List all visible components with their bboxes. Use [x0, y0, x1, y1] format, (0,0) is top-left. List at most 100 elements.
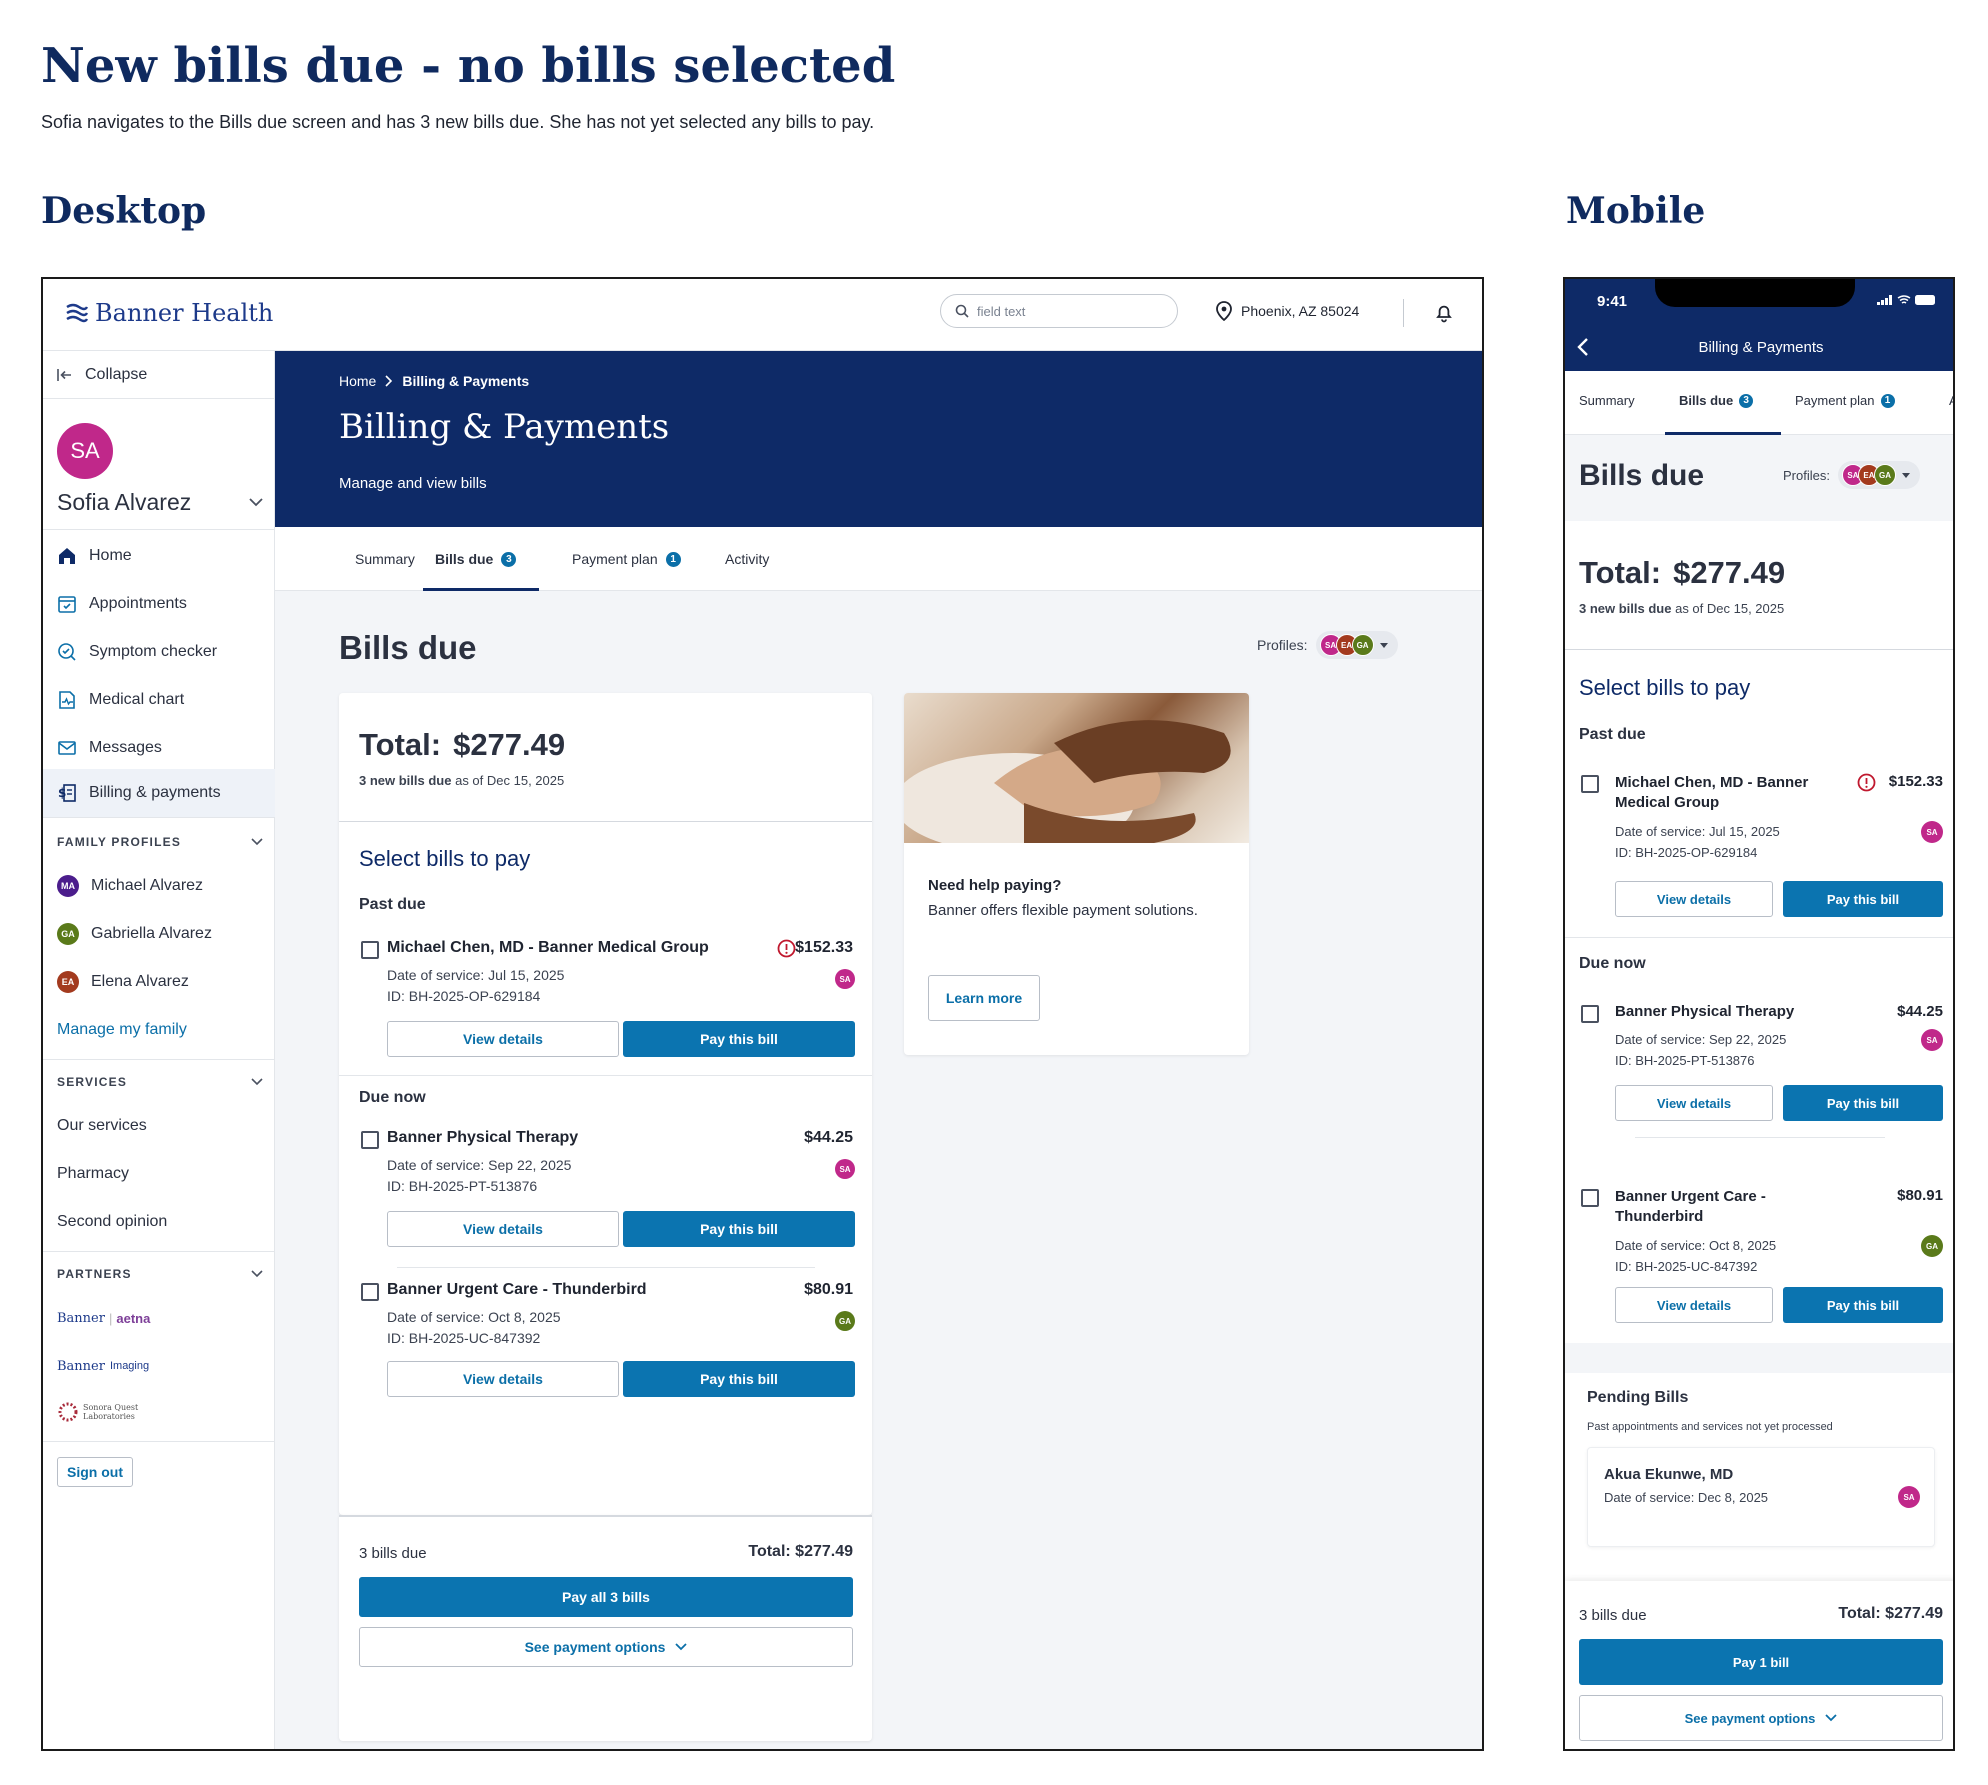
tab-activity[interactable]: Activity — [725, 551, 769, 567]
calendar-icon — [58, 596, 76, 613]
sidebar-item-billing[interactable]: $ Billing & payments — [43, 769, 275, 817]
pay-this-bill-button[interactable]: Pay this bill — [1783, 881, 1943, 917]
bill-checkbox[interactable] — [361, 941, 379, 959]
view-details-button[interactable]: View details — [387, 1021, 619, 1057]
bill-name: Michael Chen, MD - Banner Medical Group — [1615, 773, 1835, 813]
pending-bill-card[interactable]: Akua Ekunwe, MD Date of service: Dec 8, … — [1587, 1447, 1935, 1547]
avatar: MA — [57, 875, 79, 897]
bill-checkbox[interactable] — [361, 1131, 379, 1149]
total-amount: $277.49 — [453, 727, 566, 762]
sidebar-item-home[interactable]: Home — [57, 537, 289, 575]
view-details-button[interactable]: View details — [387, 1361, 619, 1397]
see-payment-options-label: See payment options — [1684, 1710, 1816, 1726]
collapse-button[interactable]: Collapse — [57, 363, 289, 387]
banner-aetna-logo[interactable]: Banner | aetna — [57, 1305, 289, 1331]
id-label: ID: — [387, 1178, 405, 1194]
tab-summary[interactable]: Summary — [1579, 393, 1635, 408]
sidebar-item-appointments[interactable]: Appointments — [57, 585, 289, 623]
tab-activity[interactable]: A — [1949, 393, 1953, 408]
patient-avatar: GA — [835, 1311, 855, 1331]
tab-summary[interactable]: Summary — [355, 551, 415, 567]
tab-badge: 1 — [1880, 393, 1895, 408]
sign-out-button[interactable]: Sign out — [57, 1457, 133, 1487]
pay-all-button[interactable]: Pay all 3 bills — [359, 1577, 853, 1617]
family-profiles-toggle[interactable]: FAMILY PROFILES — [57, 827, 263, 857]
bill-date: Date of service: Sep 22, 2025 — [1615, 1029, 1786, 1050]
banner-health-logo[interactable]: Banner Health — [65, 299, 273, 327]
main-content: Bills due Profiles: SA EA GA Total: $277… — [275, 591, 1482, 1749]
see-payment-options-button[interactable]: See payment options — [359, 1627, 853, 1667]
bill-date: Date of service: Oct 8, 2025 — [387, 1307, 561, 1328]
sidebar-item-symptom-checker[interactable]: Symptom checker — [57, 633, 289, 671]
pay-this-bill-button[interactable]: Pay this bill — [623, 1361, 855, 1397]
avatar: GA — [1873, 464, 1896, 486]
partners-toggle[interactable]: PARTNERS — [57, 1259, 263, 1289]
sidebar-item-family-member[interactable]: GA Gabriella Alvarez — [57, 915, 289, 953]
view-details-button[interactable]: View details — [387, 1211, 619, 1247]
mobile-sticky-footer: 3 bills due Total: $277.49 Pay 1 bill Se… — [1565, 1581, 1953, 1749]
tab-bills-due[interactable]: Bills due 3 — [435, 551, 517, 567]
sidebar-item-messages[interactable]: Messages — [57, 729, 289, 767]
banner-imaging-logo[interactable]: Banner Imaging — [57, 1353, 289, 1379]
notifications-bell-icon[interactable] — [1435, 303, 1453, 328]
mobile-frame: 9:41 Billing & Payments Summary Bills du… — [1563, 277, 1955, 1751]
services-toggle[interactable]: SERVICES — [57, 1067, 263, 1097]
bill-checkbox[interactable] — [1581, 775, 1599, 793]
view-details-button[interactable]: View details — [1615, 1287, 1773, 1323]
date-label: Date of service: — [387, 967, 485, 983]
sidebar-item-our-services[interactable]: Our services — [57, 1107, 289, 1145]
sidebar-item-label: Medical chart — [89, 691, 185, 708]
sidebar: Collapse SA Sofia Alvarez Home Appointme… — [43, 351, 275, 1749]
pending-bill-date: Date of service: Dec 8, 2025 — [1604, 1490, 1769, 1505]
search-input[interactable]: field text — [940, 294, 1178, 328]
bill-checkbox[interactable] — [1581, 1189, 1599, 1207]
page-title: New bills due - no bills selected — [41, 38, 896, 94]
banner-wave-icon — [66, 303, 89, 323]
aetna-partner-text: aetna — [116, 1310, 151, 1326]
manage-family-link[interactable]: Manage my family — [57, 1011, 289, 1049]
view-details-button[interactable]: View details — [1615, 1085, 1773, 1121]
id-label: ID: — [1615, 1259, 1632, 1274]
tab-payment-plan[interactable]: Payment plan 1 — [1795, 393, 1895, 408]
pay-this-bill-button[interactable]: Pay this bill — [1783, 1085, 1943, 1121]
chevron-down-icon — [675, 1643, 688, 1651]
pay-this-bill-button[interactable]: Pay this bill — [623, 1021, 855, 1057]
divider — [43, 1251, 275, 1252]
sidebar-item-pharmacy[interactable]: Pharmacy — [57, 1155, 289, 1193]
profiles-filter[interactable]: Profiles: SA EA GA — [1257, 631, 1398, 659]
search-icon — [955, 304, 969, 318]
sidebar-item-second-opinion[interactable]: Second opinion — [57, 1203, 289, 1241]
bill-checkbox[interactable] — [1581, 1005, 1599, 1023]
sonora-quest-logo[interactable]: Sonora Quest Laboratories — [57, 1397, 289, 1427]
home-icon — [59, 548, 75, 564]
profiles-filter[interactable]: Profiles: SA EA GA — [1783, 461, 1920, 489]
tab-label: Payment plan — [572, 551, 658, 567]
sidebar-item-family-member[interactable]: EA Elena Alvarez — [57, 963, 289, 1001]
help-card: Need help paying? Banner offers flexible… — [904, 693, 1249, 1055]
view-details-button[interactable]: View details — [1615, 881, 1773, 917]
pay-one-bill-button[interactable]: Pay 1 bill — [1579, 1639, 1943, 1685]
see-payment-options-button[interactable]: See payment options — [1579, 1695, 1943, 1741]
sidebar-item-medical-chart[interactable]: Medical chart — [57, 681, 289, 719]
bill-id: ID: BH-2025-OP-629184 — [387, 986, 540, 1007]
bill-checkbox[interactable] — [361, 1283, 379, 1301]
laboratories-text: Laboratories — [83, 1412, 135, 1421]
pay-this-bill-button[interactable]: Pay this bill — [623, 1211, 855, 1247]
pay-this-bill-button[interactable]: Pay this bill — [1783, 1287, 1943, 1323]
signal-icon — [1877, 295, 1892, 305]
sidebar-item-family-member[interactable]: MA Michael Alvarez — [57, 867, 289, 905]
patient-avatar: SA — [1898, 1486, 1920, 1508]
learn-more-button[interactable]: Learn more — [928, 975, 1040, 1021]
status-icons — [1877, 295, 1937, 305]
breadcrumb-home-link[interactable]: Home — [339, 373, 376, 389]
bills-due-title: Bills due — [1579, 459, 1705, 492]
user-switcher[interactable]: Sofia Alvarez — [57, 487, 263, 517]
family-member-name: Elena Alvarez — [91, 973, 189, 990]
bills-footer: 3 bills due Total: $277.49 Pay all 3 bil… — [339, 1515, 872, 1741]
date-label: Date of service: — [1615, 1238, 1706, 1253]
bill-id: ID: BH-2025-OP-629184 — [1615, 842, 1757, 863]
location-selector[interactable]: Phoenix, AZ 85024 — [1215, 301, 1359, 321]
tab-bills-due[interactable]: Bills due 3 — [1679, 393, 1754, 408]
footer-total: Total: $277.49 — [1838, 1605, 1943, 1622]
tab-payment-plan[interactable]: Payment plan 1 — [572, 551, 681, 567]
